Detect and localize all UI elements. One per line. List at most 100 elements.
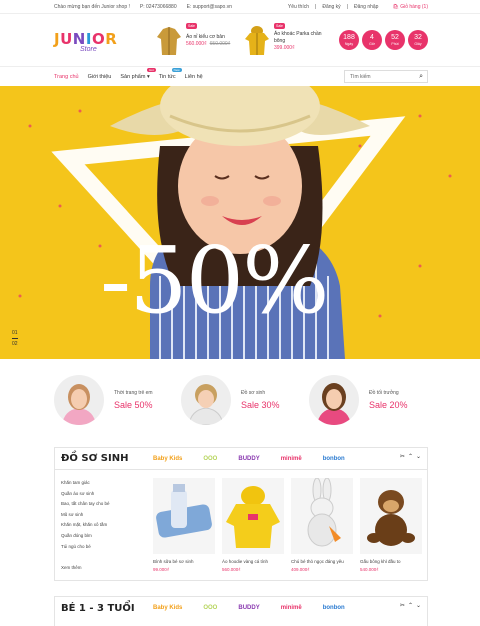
featured-price: 399.000₫ <box>274 44 295 51</box>
divider: | <box>346 3 348 10</box>
promo-title: Đồ tối trưởng <box>369 390 399 396</box>
promo-title: Thời trang trẻ em <box>114 390 153 396</box>
main-nav: Trang chủ Giới thiệu Sản phẩm ▾ Hot Tin t… <box>0 66 480 86</box>
see-more-link[interactable]: Xem thêm <box>61 563 110 574</box>
featured-product[interactable]: Sale Áo nỉ kiểu cơ bản 560.000₫ 650.000₫ <box>156 23 242 59</box>
product-price: 560.000₫ <box>222 567 241 572</box>
promo-title: Đồ sơ sinh <box>241 390 266 396</box>
category-link[interactable]: Khăn mặt, khăn xô tắm <box>61 520 110 531</box>
product-grid: Bình sữa bé sơ sinh 99.000₫ Áo hoodie và… <box>153 478 422 572</box>
brand-strip: Baby Kids OOO BUDDY minimë bonbon <box>153 602 345 614</box>
brand-logo[interactable]: minimë <box>281 456 302 462</box>
product-name[interactable]: Áo hoodie vàng cá tính <box>222 559 284 564</box>
product-card[interactable]: Áo hoodie vàng cá tính 560.000₫ <box>222 478 284 572</box>
product-price: 540.000₫ <box>360 567 379 572</box>
brand-logo[interactable]: BUDDY <box>238 456 259 462</box>
product-card[interactable]: Gấu bông khỉ đầu to 540.000₫ <box>360 478 422 572</box>
divider: | <box>315 3 317 10</box>
brand-logo[interactable]: BUDDY <box>238 605 259 611</box>
login-link[interactable]: Đăng nhập <box>354 4 378 10</box>
product-name[interactable]: Bình sữa bé sơ sinh <box>153 559 215 564</box>
wishlist-link[interactable]: Yêu thích <box>288 4 309 10</box>
cart-label: Giỏ hàng (1) <box>400 3 428 10</box>
category-link[interactable]: Quần đóng bỉm <box>61 531 110 542</box>
promo-strip: Thời trang trẻ em Sale 50% Đồ sơ sinh Sale… <box>0 359 480 442</box>
category-section-newborn: ĐỒ SƠ SINH Baby Kids OOO BUDDY minimë bo… <box>54 447 428 581</box>
hero-discount: -50% <box>100 227 330 334</box>
promo-sale: Sale 20% <box>369 400 408 410</box>
new-badge: New <box>171 67 182 72</box>
promo-card[interactable]: Thời trang trẻ em Sale 50% <box>54 374 153 426</box>
slide-01[interactable]: 01 <box>12 328 18 339</box>
countdown-hours: 4 Giờ <box>362 30 382 50</box>
countdown-seconds: 32 Giây <box>408 30 428 50</box>
search-placeholder: Tìm kiếm <box>350 74 371 80</box>
header: JUNIOR Store Sale Áo nỉ kiểu cơ bản 560.… <box>0 14 480 66</box>
product-card[interactable]: Bình sữa bé sơ sinh 99.000₫ <box>153 478 215 572</box>
logo-sub: Store <box>80 46 97 53</box>
promo-image <box>54 375 104 425</box>
featured-old-price: 650.000₫ <box>209 41 231 47</box>
search-input[interactable]: Tìm kiếm ⌕ <box>344 70 428 83</box>
promo-card[interactable]: Đồ sơ sinh Sale 30% <box>181 374 280 426</box>
logo-letter: U <box>60 30 73 48</box>
brand-logo[interactable]: OOO <box>203 605 217 611</box>
countdown-days: 188 Ngày <box>339 30 359 50</box>
sale-badge: Sale <box>274 23 286 29</box>
brand-logo[interactable]: bonbon <box>323 456 345 462</box>
featured-name: Áo khoác Parka chần bông <box>274 30 322 44</box>
toys-icon: ✂ <box>399 603 405 609</box>
category-link[interactable]: Bao, tất chân tay cho bé <box>61 499 110 510</box>
hot-badge: Hot <box>147 67 156 72</box>
product-price: 409.000₫ <box>291 567 310 572</box>
nav-products[interactable]: Sản phẩm ▾ Hot <box>120 67 156 80</box>
brand-logo[interactable]: OOO <box>203 456 217 462</box>
promo-sale: Sale 30% <box>241 400 280 410</box>
nav-about[interactable]: Giới thiệu <box>88 74 112 80</box>
chevron-up-icon[interactable]: ⌃ <box>408 453 413 460</box>
hoodie-image <box>222 478 284 554</box>
product-name[interactable]: Chú bé thỏ ngọc đáng yêu <box>291 559 353 564</box>
slide-02[interactable]: 02 <box>12 339 18 349</box>
promo-card[interactable]: Đồ tối trưởng Sale 20% <box>309 374 408 426</box>
bunny-image <box>291 478 353 554</box>
top-bar: Chào mừng bạn đến Junior shop ! P: 02473… <box>0 0 480 14</box>
product-card[interactable]: Chú bé thỏ ngọc đáng yêu 409.000₫ <box>291 478 353 572</box>
brand-logo[interactable]: bonbon <box>323 605 345 611</box>
chevron-down-icon[interactable]: ⌄ <box>416 602 421 609</box>
nav-contact[interactable]: Liên hệ <box>185 74 203 80</box>
category-link[interactable]: Túi ngủ cho bé <box>61 542 110 553</box>
section-title: ĐỒ SƠ SINH <box>61 453 129 464</box>
monkey-image <box>360 478 422 554</box>
countdown-minutes: 52 Phút <box>385 30 405 50</box>
promo-sale: Sale 50% <box>114 400 153 410</box>
register-link[interactable]: Đăng ký <box>322 4 340 10</box>
search-icon[interactable]: ⌕ <box>419 73 423 81</box>
featured-name: Áo nỉ kiểu cơ bản <box>186 34 225 40</box>
product-price: 99.000₫ <box>153 567 170 572</box>
logo[interactable]: JUNIOR Store <box>54 30 124 58</box>
category-link[interactable]: Quần áo sơ sinh <box>61 489 110 500</box>
parka-icon <box>244 25 270 57</box>
brand-logo[interactable]: minimë <box>281 605 302 611</box>
brand-logo[interactable]: Baby Kids <box>153 456 182 462</box>
promo-image <box>181 375 231 425</box>
featured-product[interactable]: Sale Áo khoác Parka chần bông 399.000₫ <box>244 23 330 59</box>
hero-banner[interactable]: -50% 01 02 <box>0 86 480 359</box>
nav-news[interactable]: Tin tức New <box>158 67 182 80</box>
category-link[interactable]: Khăn tam giác <box>61 478 110 489</box>
category-link[interactable]: Mũ sơ sinh <box>61 510 110 521</box>
slide-indicator[interactable]: 01 02 <box>12 328 18 349</box>
promo-image <box>309 375 359 425</box>
welcome-text: Chào mừng bạn đến Junior shop ! <box>54 3 130 10</box>
brand-logo[interactable]: Baby Kids <box>153 605 182 611</box>
chevron-down-icon[interactable]: ⌄ <box>416 453 421 460</box>
cart-link[interactable]: 🛍 Giỏ hàng (1) <box>392 4 428 10</box>
product-name[interactable]: Gấu bông khỉ đầu to <box>360 559 422 564</box>
nav-news-label: Tin tức <box>158 73 176 80</box>
chevron-up-icon[interactable]: ⌃ <box>408 602 413 609</box>
countdown-timer: 188 Ngày 4 Giờ 52 Phút 32 Giây <box>339 30 428 50</box>
category-section-toddler: BÉ 1 - 3 TUỔI Baby Kids OOO BUDDY minimë… <box>54 596 428 626</box>
nav-home[interactable]: Trang chủ <box>54 74 79 80</box>
